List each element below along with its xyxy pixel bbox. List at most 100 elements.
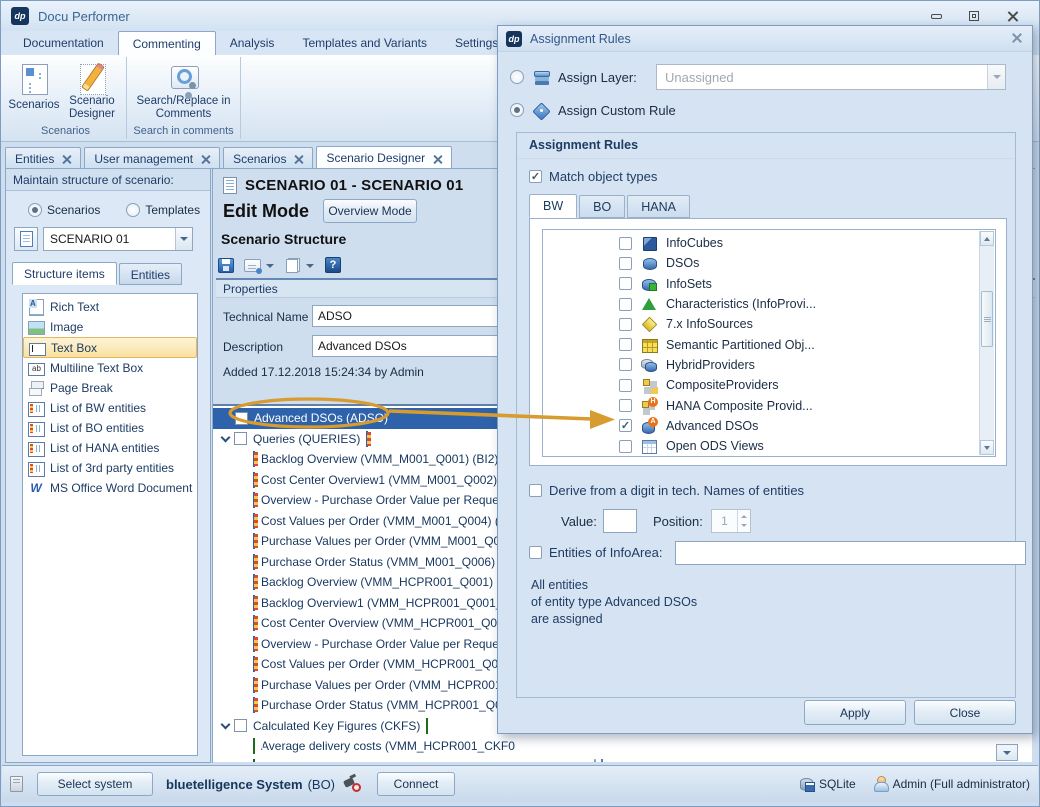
copy-document-button[interactable] <box>285 258 301 273</box>
object-type-checkbox[interactable] <box>619 277 632 290</box>
list-item[interactable]: List of BO entities <box>23 418 197 438</box>
comment-button[interactable] <box>244 259 261 272</box>
object-type-row[interactable]: Characteristics (InfoProvi... <box>543 294 995 314</box>
object-type-row[interactable]: Semantic Partitioned Obj... <box>543 334 995 354</box>
scroll-up-icon[interactable] <box>980 231 994 246</box>
tree-item[interactable]: Average delivery costs (VMM_HCPR001_CKF0 <box>213 736 1032 757</box>
infoarea-checkbox[interactable] <box>529 546 542 559</box>
help-button[interactable]: ? <box>325 257 341 273</box>
list-item[interactable]: MS Office Word Document <box>23 478 197 498</box>
close-tab-icon[interactable] <box>294 154 303 163</box>
scenarios-radio[interactable] <box>28 203 42 217</box>
scenario-select[interactable]: SCENARIO 01 <box>43 227 193 251</box>
object-type-row[interactable]: 7.x InfoSources <box>543 314 995 334</box>
object-type-row[interactable]: Advanced DSOs <box>543 416 995 436</box>
close-tab-icon[interactable] <box>201 154 210 163</box>
list-item[interactable]: List of 3rd party entities <box>23 458 197 478</box>
connect-button[interactable]: Connect <box>377 772 455 796</box>
close-tab-icon[interactable] <box>433 154 442 163</box>
object-type-checkbox[interactable] <box>619 440 632 453</box>
object-type-checkbox[interactable] <box>619 237 632 250</box>
object-type-tab[interactable]: HANA <box>627 195 690 218</box>
templates-radio[interactable] <box>126 203 140 217</box>
match-object-types-checkbox[interactable] <box>529 170 542 183</box>
object-type-checkbox[interactable] <box>619 399 632 412</box>
chevron-down-icon[interactable] <box>175 228 192 250</box>
minimize-button[interactable] <box>925 8 947 24</box>
scenarios-button[interactable]: Scenarios <box>5 60 63 121</box>
object-type-tab[interactable]: BW <box>529 194 577 218</box>
list-item[interactable]: Image <box>23 317 197 337</box>
document-tab[interactable]: User management <box>84 147 220 169</box>
chevron-down-icon[interactable] <box>217 717 234 734</box>
position-label: Position: <box>653 514 703 529</box>
object-type-checkbox[interactable] <box>619 379 632 392</box>
object-type-row[interactable]: HANA Composite Provid... <box>543 395 995 415</box>
chevron-down-icon[interactable] <box>306 264 314 268</box>
spin-up-icon[interactable] <box>741 515 747 518</box>
derive-digit-checkbox[interactable] <box>529 484 542 497</box>
object-type-row[interactable]: Open ODS Views <box>543 436 995 456</box>
tree-checkbox[interactable] <box>234 432 247 445</box>
layer-select[interactable]: Unassigned <box>656 64 1006 90</box>
chevron-down-icon[interactable] <box>266 264 274 268</box>
position-stepper[interactable]: 1 <box>711 509 751 533</box>
object-type-checkbox[interactable] <box>619 358 632 371</box>
scrollbar-thumb[interactable] <box>981 291 993 347</box>
restore-button[interactable] <box>963 8 985 24</box>
chevron-down-icon[interactable] <box>996 744 1018 761</box>
document-tab[interactable]: Entities <box>5 147 81 169</box>
comment-icon[interactable] <box>594 759 596 762</box>
object-type-row[interactable]: InfoSets <box>543 274 995 294</box>
object-type-checkbox[interactable] <box>619 318 632 331</box>
close-dialog-button[interactable]: Close <box>914 700 1016 725</box>
assign-layer-radio[interactable] <box>510 70 524 84</box>
tree-item-label: Sum Purchase Order Value (VMM_HCPR001_CK… <box>261 760 587 762</box>
scroll-down-icon[interactable] <box>980 440 994 455</box>
ribbon-tab[interactable]: Templates and Variants <box>288 32 441 55</box>
ribbon-tab[interactable]: Analysis <box>216 32 289 55</box>
ribbon-tab[interactable]: Documentation <box>9 32 118 55</box>
object-type-checkbox[interactable] <box>619 298 632 311</box>
close-button[interactable] <box>1001 8 1023 24</box>
list-item[interactable]: Rich Text <box>23 297 197 317</box>
dialog-close-button[interactable] <box>1008 32 1024 46</box>
tree-checkbox[interactable] <box>234 719 247 732</box>
close-tab-icon[interactable] <box>62 154 71 163</box>
select-system-button[interactable]: Select system <box>37 772 153 796</box>
tree-item[interactable]: Sum Purchase Order Value (VMM_HCPR001_CK… <box>213 757 1032 763</box>
object-type-checkbox[interactable] <box>619 419 632 432</box>
chevron-down-icon[interactable] <box>217 430 234 447</box>
list-item[interactable]: Text Box <box>23 337 197 358</box>
object-type-row[interactable]: InfoCubes <box>543 233 995 253</box>
document-tab[interactable]: Scenario Designer <box>316 146 452 169</box>
object-type-tab[interactable]: BO <box>579 195 625 218</box>
list-item[interactable]: List of BW entities <box>23 398 197 418</box>
tab-structure-items[interactable]: Structure items <box>12 262 117 285</box>
object-type-row[interactable]: HybridProviders <box>543 355 995 375</box>
overview-mode-button[interactable]: Overview Mode <box>323 199 417 223</box>
infoarea-field[interactable] <box>675 541 1026 565</box>
list-item[interactable]: List of HANA entities <box>23 438 197 458</box>
document-tab[interactable]: Scenarios <box>223 147 313 169</box>
assign-custom-rule-radio[interactable] <box>510 103 524 117</box>
chevron-down-icon[interactable] <box>987 65 1005 89</box>
value-field[interactable] <box>603 509 637 533</box>
object-type-checkbox[interactable] <box>619 338 632 351</box>
save-button[interactable] <box>218 258 234 273</box>
scrollbar[interactable] <box>979 231 994 455</box>
apply-button[interactable]: Apply <box>804 700 906 725</box>
spin-down-icon[interactable] <box>741 524 747 527</box>
scenario-designer-button[interactable]: Scenario Designer <box>63 60 121 121</box>
document-icon[interactable] <box>601 759 603 762</box>
tab-entities[interactable]: Entities <box>119 263 182 285</box>
tree-checkbox[interactable] <box>235 412 248 425</box>
search-replace-button[interactable]: Search/Replace in Comments <box>131 60 236 121</box>
list-item[interactable]: Page Break <box>23 378 197 398</box>
ribbon-tab[interactable]: Commenting <box>118 31 216 55</box>
object-type-row[interactable]: CompositeProviders <box>543 375 995 395</box>
scenario-doc-icon[interactable] <box>14 227 38 251</box>
object-type-checkbox[interactable] <box>619 257 632 270</box>
object-type-row[interactable]: DSOs <box>543 253 995 273</box>
list-item[interactable]: Multiline Text Box <box>23 358 197 378</box>
